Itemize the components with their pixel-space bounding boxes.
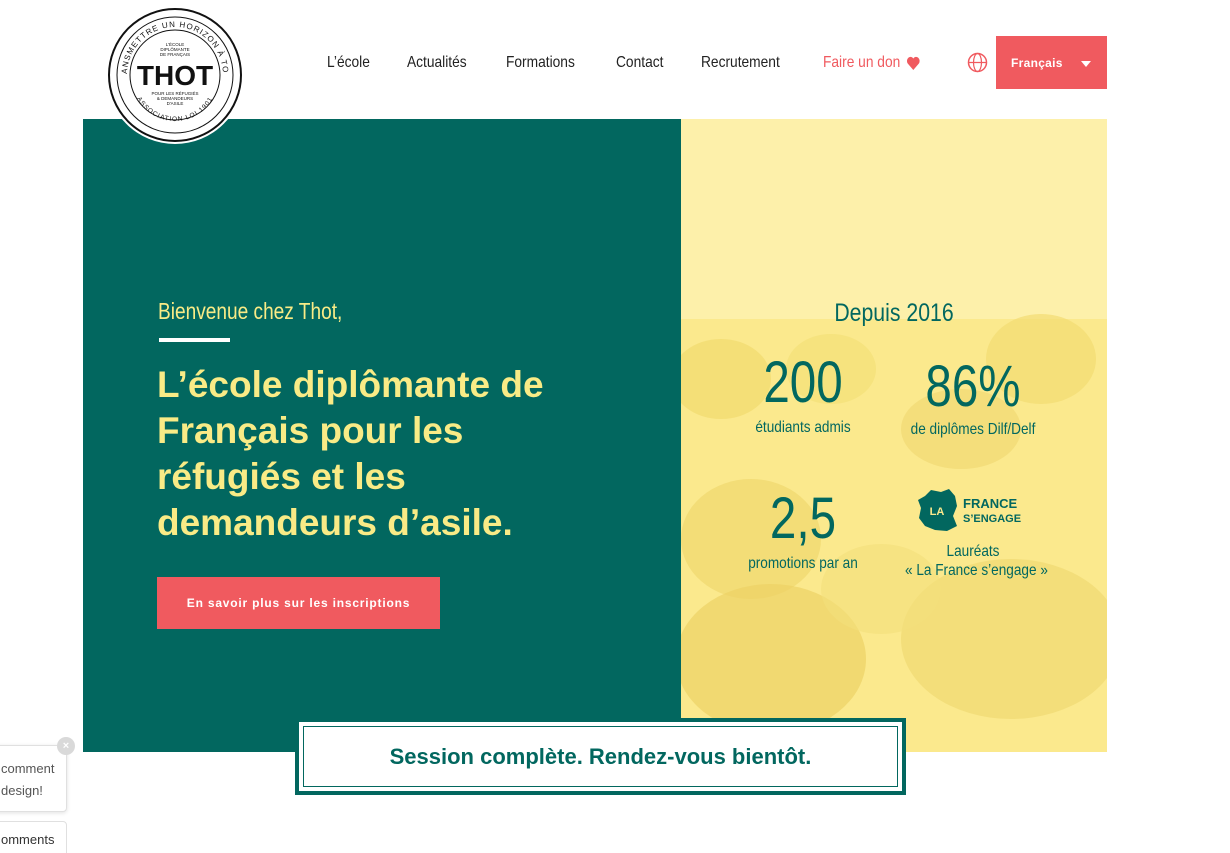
diplomas-label: de diplômes Dilf/Delf (910, 421, 1036, 438)
logo-top-line-3: DE FRANÇAIS (160, 52, 190, 57)
session-banner: Session complète. Rendez-vous bientôt. (295, 718, 906, 795)
inscriptions-button[interactable]: En savoir plus sur les inscriptions (157, 577, 440, 629)
main-nav: L’école Actualités Formations Contact Re… (327, 50, 966, 76)
comment-popup[interactable]: comment design! (0, 745, 67, 812)
fse-logo-france: FRANCE (963, 496, 1017, 511)
fse-logo-la: LA (930, 506, 945, 518)
globe-icon[interactable] (967, 52, 988, 73)
students-value: 200 (763, 350, 843, 415)
since-label: Depuis 2016 (834, 299, 954, 327)
hero-headline: L’école diplômante de Français pour les … (157, 364, 544, 543)
nav-item-actualites[interactable]: Actualités (407, 54, 467, 72)
award-label-1: Lauréats (946, 543, 1000, 560)
nav-item-recrutement[interactable]: Recrutement (701, 54, 780, 72)
logo-wordmark: THOT (137, 60, 213, 91)
nav-item-ecole[interactable]: L’école (327, 54, 370, 72)
chevron-down-icon (1081, 61, 1091, 67)
logo-bottom-line-3: D'ASILE (167, 101, 184, 106)
comment-popup-line-2: design! (1, 783, 43, 798)
heart-icon (906, 56, 920, 70)
award-label-2: « La France s’engage » (905, 562, 1048, 579)
diplomas-value: 86% (925, 354, 1021, 419)
france-sengage-logo: LA FRANCE S’ENGAGE (918, 489, 1021, 531)
nav-item-faire-un-don[interactable]: Faire un don (823, 54, 920, 72)
promotions-label: promotions par an (748, 555, 858, 572)
don-label: Faire un don (822, 54, 901, 71)
nav-item-formations[interactable]: Formations (506, 54, 575, 72)
language-selected: Français (1011, 55, 1063, 70)
close-icon[interactable]: × (57, 737, 75, 755)
comments-button[interactable]: omments (0, 821, 67, 853)
students-label: étudiants admis (755, 419, 851, 436)
fse-logo-sengage: S’ENGAGE (963, 513, 1021, 525)
thot-logo[interactable]: TRANSMETTRE UN HORIZON À TOUS ASSOCIATIO… (106, 6, 244, 144)
promotions-value: 2,5 (769, 486, 837, 551)
nav-item-contact[interactable]: Contact (616, 54, 663, 72)
session-banner-text: Session complète. Rendez-vous bientôt. (389, 743, 812, 769)
language-select[interactable]: Français (996, 36, 1107, 89)
comment-popup-line-1: comment (1, 761, 55, 776)
welcome-text: Bienvenue chez Thot, (158, 298, 343, 324)
welcome-underline (159, 338, 230, 342)
logo-seal-icon: TRANSMETTRE UN HORIZON À TOUS ASSOCIATIO… (106, 6, 242, 142)
hero-stats-panel: Depuis 2016 200 étudiants admis 86% de d… (681, 119, 1107, 752)
